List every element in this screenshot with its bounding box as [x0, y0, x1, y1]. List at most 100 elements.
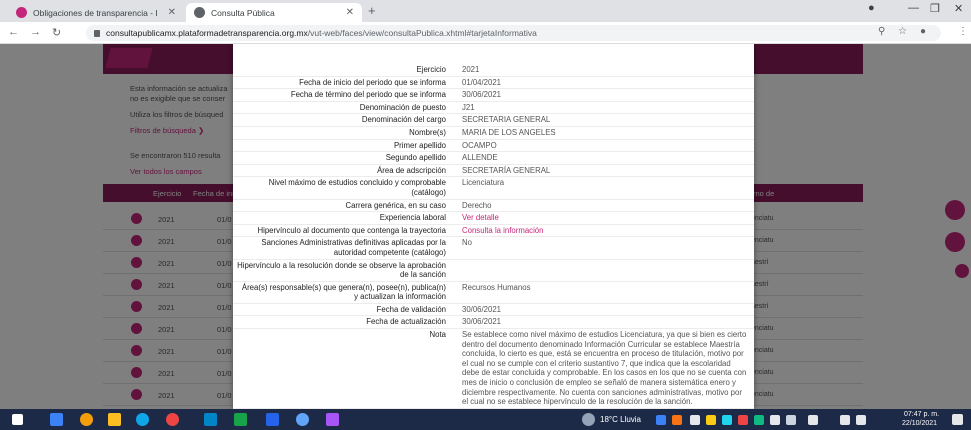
url-path: /vut-web/faces/view/consultaPublica.xhtm…	[307, 28, 537, 38]
field-value	[454, 260, 754, 281]
detail-row: Sanciones Administrativas definitivas ap…	[233, 237, 754, 260]
field-value: ALLENDE	[462, 153, 498, 163]
field-label: Fecha de inicio del periodo que se infor…	[299, 77, 446, 87]
profile-icon[interactable]: ●	[868, 2, 875, 14]
notifications-icon[interactable]	[952, 414, 963, 425]
field-value: No	[462, 238, 472, 248]
tray-icon[interactable]	[770, 415, 780, 425]
battery-icon[interactable]	[856, 415, 866, 425]
detail-list: Ejercicio 2021 Fecha de inicio del periodo…	[233, 64, 754, 409]
site-favicon-icon	[16, 7, 27, 18]
bookmark-star-icon[interactable]: ☆	[898, 26, 907, 37]
field-value: Licenciatura	[462, 178, 505, 188]
detail-row: Área de adscripción SECRETARÍA GENERAL	[233, 165, 754, 178]
browser-tab-bar: Obligaciones de transparencia - I ✕ Cons…	[0, 0, 971, 22]
detail-row: Fecha de inicio del periodo que se infor…	[233, 77, 754, 90]
chrome-icon[interactable]	[166, 413, 179, 426]
tab-title: Consulta Pública	[211, 7, 275, 18]
menu-icon[interactable]: ⋮	[958, 26, 968, 37]
field-label: Fecha de actualización	[366, 317, 446, 327]
detail-row: Hipervínculo al documento que contenga l…	[233, 225, 754, 238]
tray-icon[interactable]	[690, 415, 700, 425]
field-label: Nota	[429, 330, 446, 340]
field-label: Hipervínculo al documento que contenga l…	[257, 225, 446, 235]
wifi-icon[interactable]	[786, 415, 796, 425]
field-value: SECRETARIA GENERAL	[462, 115, 551, 125]
tab-consulta-publica[interactable]: Consulta Pública ✕	[186, 3, 362, 22]
tray-icon[interactable]	[656, 415, 666, 425]
detail-row: Experiencia laboral Ver detalle	[233, 212, 754, 225]
detail-row: Nivel máximo de estudios concluido y com…	[233, 177, 754, 200]
account-icon[interactable]: ●	[920, 26, 926, 37]
tab-obligaciones[interactable]: Obligaciones de transparencia - I ✕	[8, 3, 184, 22]
tray-icon[interactable]	[672, 415, 682, 425]
folder-icon[interactable]	[108, 413, 121, 426]
url-host: consultapublicamx.plataformadetransparen…	[106, 28, 308, 38]
detail-row: Segundo apellido ALLENDE	[233, 152, 754, 165]
url-field[interactable]: consultapublicamx.plataformadetransparen…	[86, 25, 941, 41]
word-icon[interactable]	[266, 413, 279, 426]
globe-icon	[194, 7, 205, 18]
outlook-icon[interactable]	[204, 413, 217, 426]
close-window-icon[interactable]: ✕	[954, 2, 963, 15]
forward-arrow-icon[interactable]: →	[30, 26, 41, 38]
file-explorer-icon[interactable]	[50, 413, 63, 426]
tray-icon[interactable]	[722, 415, 732, 425]
volume-icon[interactable]	[840, 415, 850, 425]
field-value: SECRETARÍA GENERAL	[462, 165, 551, 175]
field-label: Denominación de puesto	[359, 102, 446, 112]
detail-row: Denominación de puesto J21	[233, 102, 754, 115]
field-label: Experiencia laboral	[379, 213, 446, 223]
tab-title: Obligaciones de transparencia - I	[33, 7, 158, 18]
detail-row: Primer apellido OCAMPO	[233, 140, 754, 153]
field-label: Segundo apellido	[385, 153, 446, 163]
field-value: 2021	[462, 65, 480, 74]
field-value: 30/06/2021	[462, 90, 502, 100]
new-tab-button[interactable]: +	[368, 3, 376, 18]
field-label: Área(s) responsable(s) que genera(n), po…	[241, 282, 446, 302]
detail-row: Nombre(s) MARIA DE LOS ANGELES	[233, 127, 754, 140]
weather-icon[interactable]	[582, 413, 595, 426]
field-link[interactable]: Ver detalle	[454, 212, 754, 224]
windows-start-icon[interactable]	[12, 414, 23, 425]
field-value: 30/06/2021	[462, 304, 502, 314]
edge-icon[interactable]	[136, 413, 149, 426]
clock-date[interactable]: 22/10/2021	[902, 420, 937, 427]
tray-icon[interactable]	[754, 415, 764, 425]
detail-row: Denominación del cargo SECRETARIA GENERAL	[233, 114, 754, 127]
close-tab-icon[interactable]: ✕	[346, 7, 354, 18]
field-value: OCAMPO	[462, 140, 497, 150]
clock-time[interactable]: 07:47 p. m.	[904, 411, 939, 418]
field-label: Primer apellido	[393, 140, 446, 150]
internet-explorer-icon[interactable]	[296, 413, 309, 426]
reload-icon[interactable]: ↻	[52, 26, 61, 39]
firefox-icon[interactable]	[80, 413, 93, 426]
field-label: Área de adscripción	[377, 165, 446, 175]
back-arrow-icon[interactable]: ←	[8, 26, 19, 38]
detail-row: Hipervínculo a la resolución donde se ob…	[233, 260, 754, 282]
detail-row: Área(s) responsable(s) que genera(n), po…	[233, 282, 754, 304]
field-value: MARIA DE LOS ANGELES	[462, 127, 556, 137]
zoom-icon[interactable]: ⚲	[878, 26, 885, 37]
close-tab-icon[interactable]: ✕	[168, 7, 176, 18]
excel-icon[interactable]	[234, 413, 247, 426]
field-label: Hipervínculo a la resolución donde se ob…	[237, 260, 446, 280]
field-value: J21	[462, 102, 475, 112]
field-value: 01/04/2021	[462, 77, 502, 87]
lock-icon	[94, 29, 100, 37]
field-value: Derecho	[462, 200, 492, 210]
weather-text[interactable]: 18°C Lluvia	[600, 415, 641, 424]
tray-icon[interactable]	[738, 415, 748, 425]
detail-row: Carrera genérica, en su caso Derecho	[233, 200, 754, 213]
app-icon[interactable]	[326, 413, 339, 426]
field-link[interactable]: Consulta la información	[454, 225, 754, 237]
tray-icon[interactable]	[706, 415, 716, 425]
detail-row: Fecha de validación 30/06/2021	[233, 304, 754, 317]
field-value: Se establece como nivel máximo de estudi…	[462, 330, 747, 407]
language-icon[interactable]	[808, 415, 818, 425]
detail-row: Ejercicio 2021	[233, 64, 754, 77]
maximize-icon[interactable]: ❐	[930, 2, 940, 15]
detail-card: Ejercicio 2021 Fecha de inicio del periodo…	[233, 44, 754, 409]
minimize-icon[interactable]: —	[908, 2, 919, 14]
field-label: Fecha de término del periodo que se info…	[290, 90, 446, 100]
